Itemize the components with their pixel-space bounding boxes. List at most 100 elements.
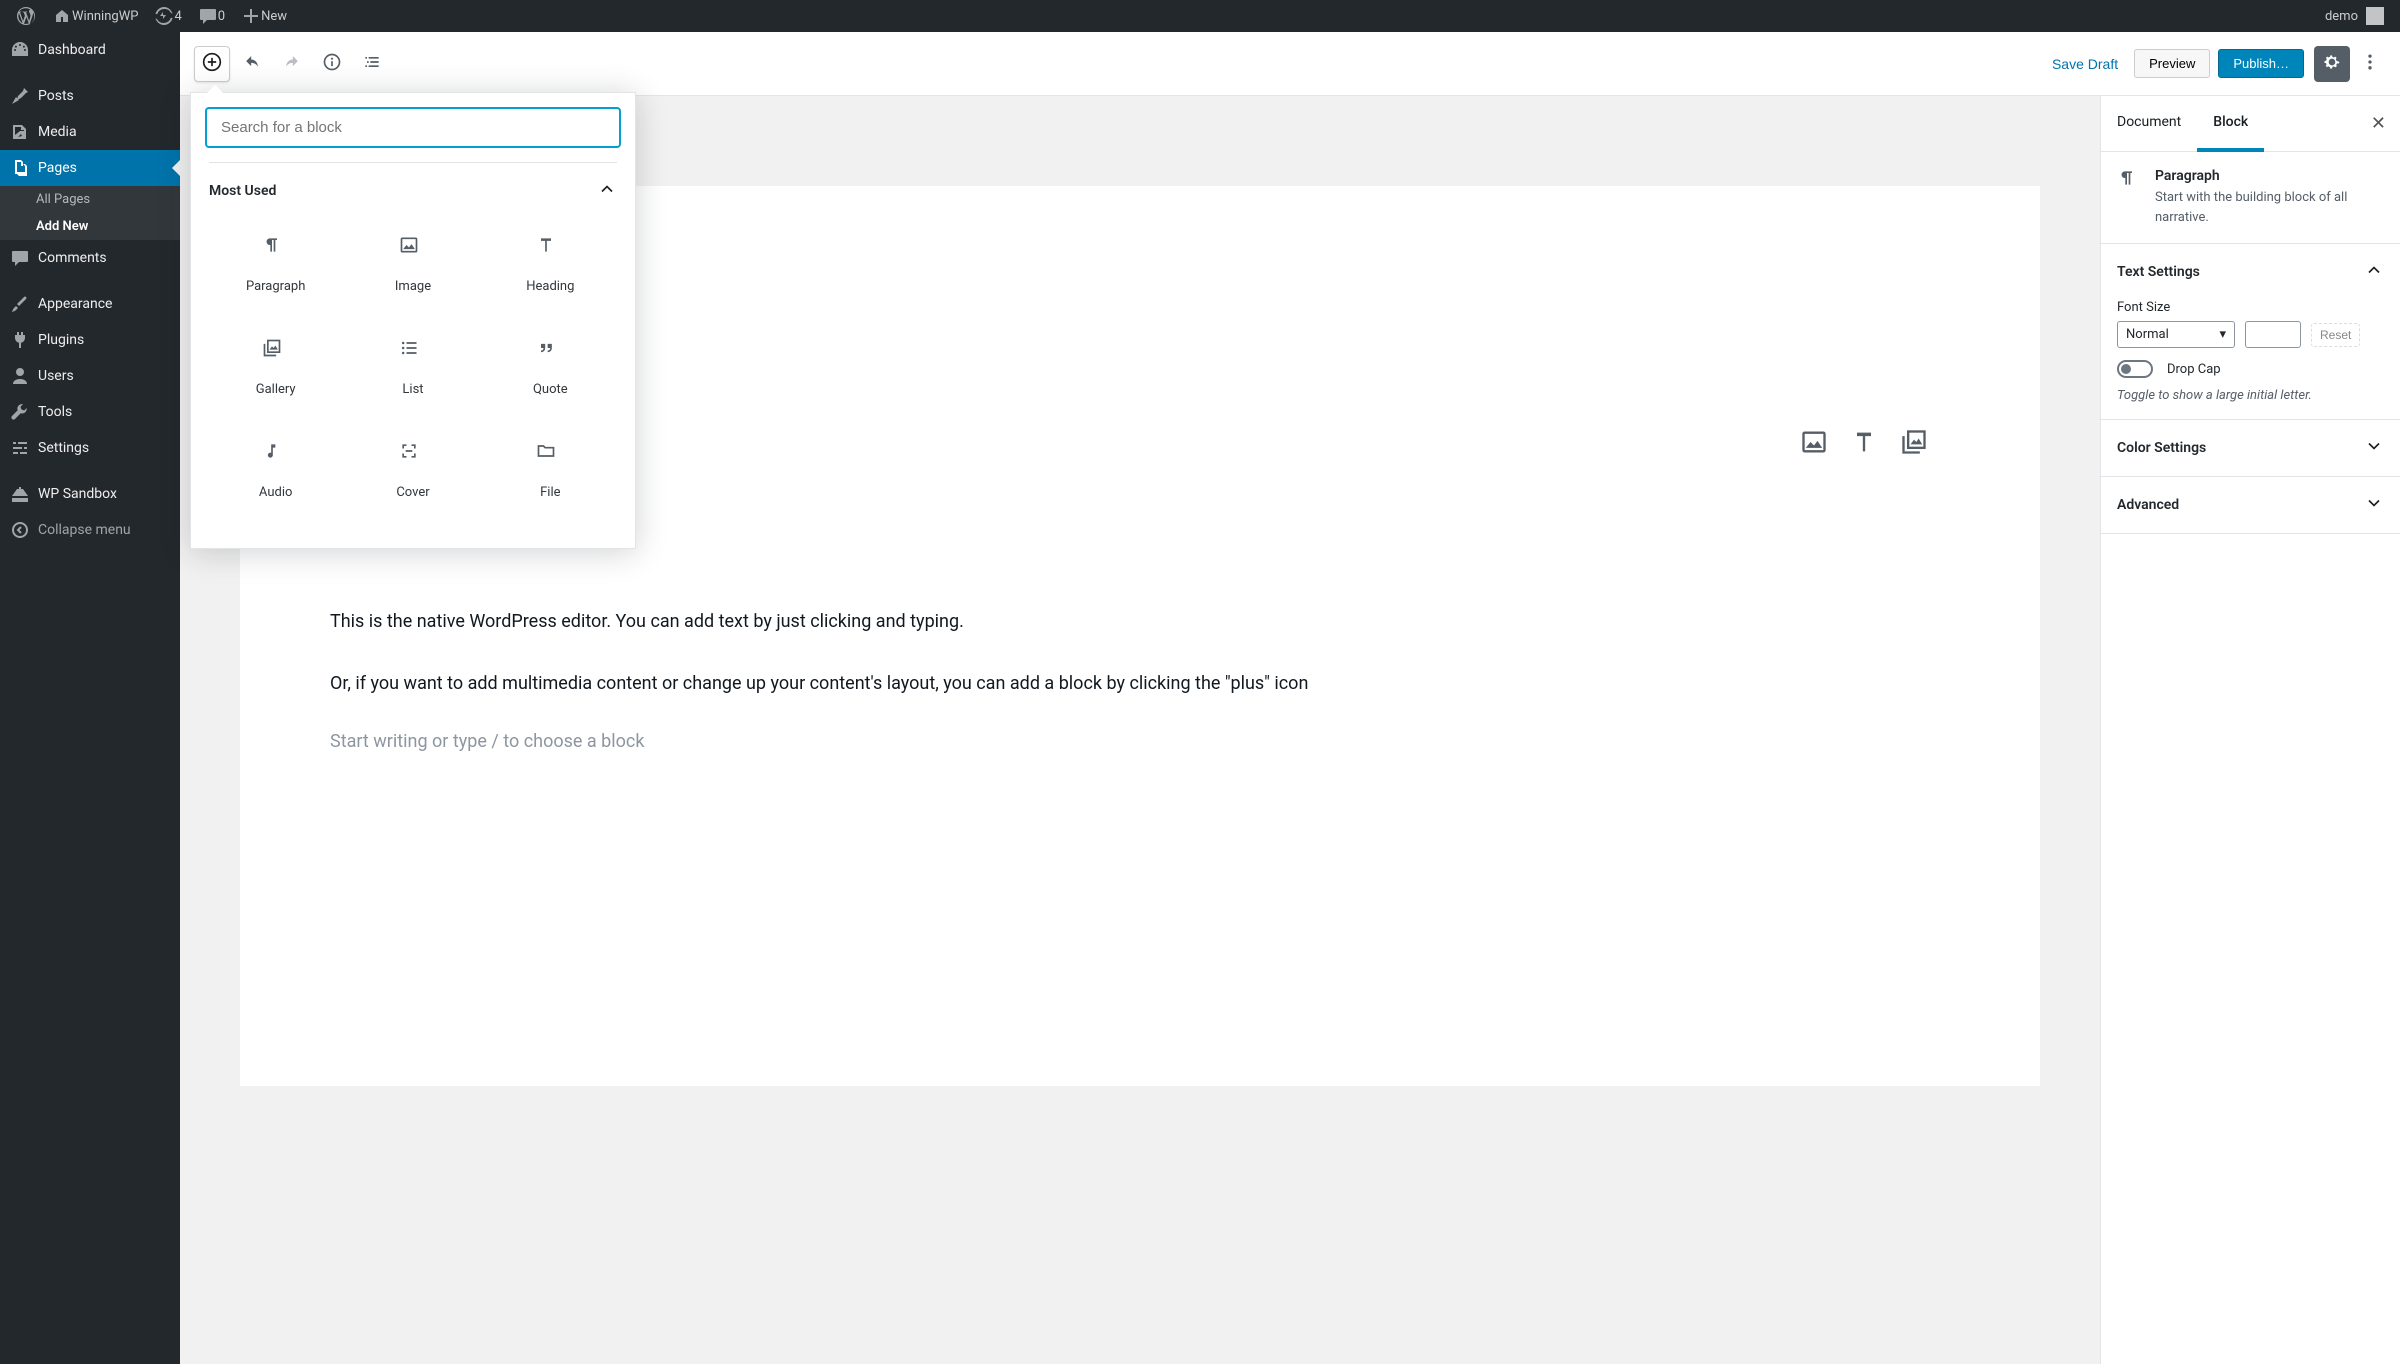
comments-link[interactable]: 0 xyxy=(190,0,233,32)
sidebar-item-dashboard[interactable]: Dashboard xyxy=(0,32,180,68)
gear-icon xyxy=(2322,52,2342,75)
block-label: Image xyxy=(395,279,431,294)
block-description: Paragraph Start with the building block … xyxy=(2101,152,2400,244)
chevron-down-icon xyxy=(2364,493,2384,517)
sidebar-item-label: Settings xyxy=(38,440,89,456)
sidebar-item-comments[interactable]: Comments xyxy=(0,240,180,276)
content-info-button[interactable] xyxy=(314,46,350,82)
sidebar-item-media[interactable]: Media xyxy=(0,114,180,150)
section-most-used-toggle[interactable]: Most Used xyxy=(209,175,617,213)
user-menu[interactable]: demo xyxy=(2317,0,2392,32)
chevron-down-icon xyxy=(2364,436,2384,460)
gallery-icon xyxy=(262,338,290,366)
panel-title: Advanced xyxy=(2117,497,2179,513)
panel-color-settings-toggle[interactable]: Color Settings xyxy=(2101,420,2400,476)
font-size-select[interactable]: Normal ▾ xyxy=(2117,321,2235,348)
sidebar-item-settings[interactable]: Settings xyxy=(0,430,180,466)
block-quote[interactable]: Quote xyxy=(484,316,617,415)
undo-button[interactable] xyxy=(234,46,270,82)
site-name: WinningWP xyxy=(72,9,138,24)
comments-count: 0 xyxy=(218,9,225,24)
empty-paragraph-placeholder[interactable]: Start writing or type / to choose a bloc… xyxy=(330,731,1950,752)
close-inspector-button[interactable]: ✕ xyxy=(2357,113,2400,134)
site-home[interactable]: WinningWP xyxy=(44,0,146,32)
sidebar-item-label: Appearance xyxy=(38,296,112,312)
updates-link[interactable]: 4 xyxy=(146,0,189,32)
block-paragraph[interactable]: Paragraph xyxy=(209,213,342,312)
plus-circle-icon xyxy=(202,52,222,75)
font-size-custom-input[interactable] xyxy=(2245,321,2301,348)
block-label: File xyxy=(540,485,560,500)
wordpress-icon xyxy=(16,6,36,26)
block-label: Audio xyxy=(259,485,292,500)
new-label: New xyxy=(261,9,287,24)
block-image[interactable]: Image xyxy=(346,213,479,312)
section-title: Most Used xyxy=(209,183,276,199)
sidebar-item-pages[interactable]: Pages xyxy=(0,150,180,186)
insert-image-button[interactable] xyxy=(1798,426,1830,458)
plugin-icon xyxy=(10,330,30,350)
panel-advanced: Advanced xyxy=(2101,477,2400,534)
tab-block[interactable]: Block xyxy=(2197,96,2264,152)
sidebar-collapse[interactable]: Collapse menu xyxy=(0,512,180,548)
block-navigation-button[interactable] xyxy=(354,46,390,82)
cover-icon xyxy=(399,441,427,469)
panel-text-settings-toggle[interactable]: Text Settings xyxy=(2101,244,2400,300)
sidebar-item-sandbox[interactable]: WP Sandbox xyxy=(0,476,180,512)
panel-title: Color Settings xyxy=(2117,440,2206,456)
pin-icon xyxy=(10,86,30,106)
block-gallery[interactable]: Gallery xyxy=(209,316,342,415)
block-audio[interactable]: Audio xyxy=(209,419,342,518)
sidebar-item-label: Users xyxy=(38,368,74,384)
media-icon xyxy=(10,122,30,142)
font-size-reset-button[interactable]: Reset xyxy=(2311,323,2360,347)
sidebar-item-appearance[interactable]: Appearance xyxy=(0,286,180,322)
plus-icon xyxy=(241,6,261,26)
redo-button[interactable] xyxy=(274,46,310,82)
select-caret-icon: ▾ xyxy=(2219,327,2226,342)
block-cover[interactable]: Cover xyxy=(346,419,479,518)
subitem-all-pages[interactable]: All Pages xyxy=(0,186,180,213)
updates-count: 4 xyxy=(174,9,181,24)
dropcap-toggle[interactable] xyxy=(2117,360,2153,378)
inserter-toggle-button[interactable] xyxy=(194,46,230,82)
more-menu-button[interactable] xyxy=(2352,46,2388,82)
redo-icon xyxy=(282,52,302,75)
panel-color-settings: Color Settings xyxy=(2101,420,2400,477)
block-label: Cover xyxy=(396,485,429,500)
wp-logo[interactable] xyxy=(8,0,44,32)
preview-button[interactable]: Preview xyxy=(2134,49,2210,78)
sidebar-item-plugins[interactable]: Plugins xyxy=(0,322,180,358)
publish-button[interactable]: Publish… xyxy=(2218,49,2304,78)
insert-heading-button[interactable] xyxy=(1848,426,1880,458)
new-content[interactable]: New xyxy=(233,0,295,32)
block-label: Quote xyxy=(533,382,568,397)
undo-icon xyxy=(242,52,262,75)
panel-advanced-toggle[interactable]: Advanced xyxy=(2101,477,2400,533)
file-icon xyxy=(536,441,564,469)
block-search-input[interactable] xyxy=(205,107,621,148)
block-subtitle: Start with the building block of all nar… xyxy=(2155,188,2384,227)
sidebar-item-posts[interactable]: Posts xyxy=(0,78,180,114)
inspector-panel: Document Block ✕ Paragraph Start with th… xyxy=(2100,96,2400,1364)
sidebar-item-tools[interactable]: Tools xyxy=(0,394,180,430)
tab-document[interactable]: Document xyxy=(2101,96,2197,152)
font-size-value: Normal xyxy=(2126,327,2169,342)
admin-bar: WinningWP 4 0 New demo xyxy=(0,0,2400,32)
save-draft-button[interactable]: Save Draft xyxy=(2040,48,2130,80)
paragraph-block-1[interactable]: This is the native WordPress editor. You… xyxy=(330,606,1950,638)
insert-gallery-button[interactable] xyxy=(1898,426,1930,458)
block-list[interactable]: List xyxy=(346,316,479,415)
pilcrow-icon xyxy=(262,235,290,263)
pilcrow-icon xyxy=(2117,168,2141,192)
settings-toggle-button[interactable] xyxy=(2314,46,2350,82)
sidebar-item-users[interactable]: Users xyxy=(0,358,180,394)
dropcap-label: Drop Cap xyxy=(2167,362,2221,377)
block-heading[interactable]: Heading xyxy=(484,213,617,312)
audio-icon xyxy=(262,441,290,469)
subitem-add-new[interactable]: Add New xyxy=(0,213,180,240)
block-file[interactable]: File xyxy=(484,419,617,518)
paragraph-block-2[interactable]: Or, if you want to add multimedia conten… xyxy=(330,668,1950,700)
close-icon: ✕ xyxy=(2371,113,2386,134)
sidebar-item-label: WP Sandbox xyxy=(38,486,117,502)
